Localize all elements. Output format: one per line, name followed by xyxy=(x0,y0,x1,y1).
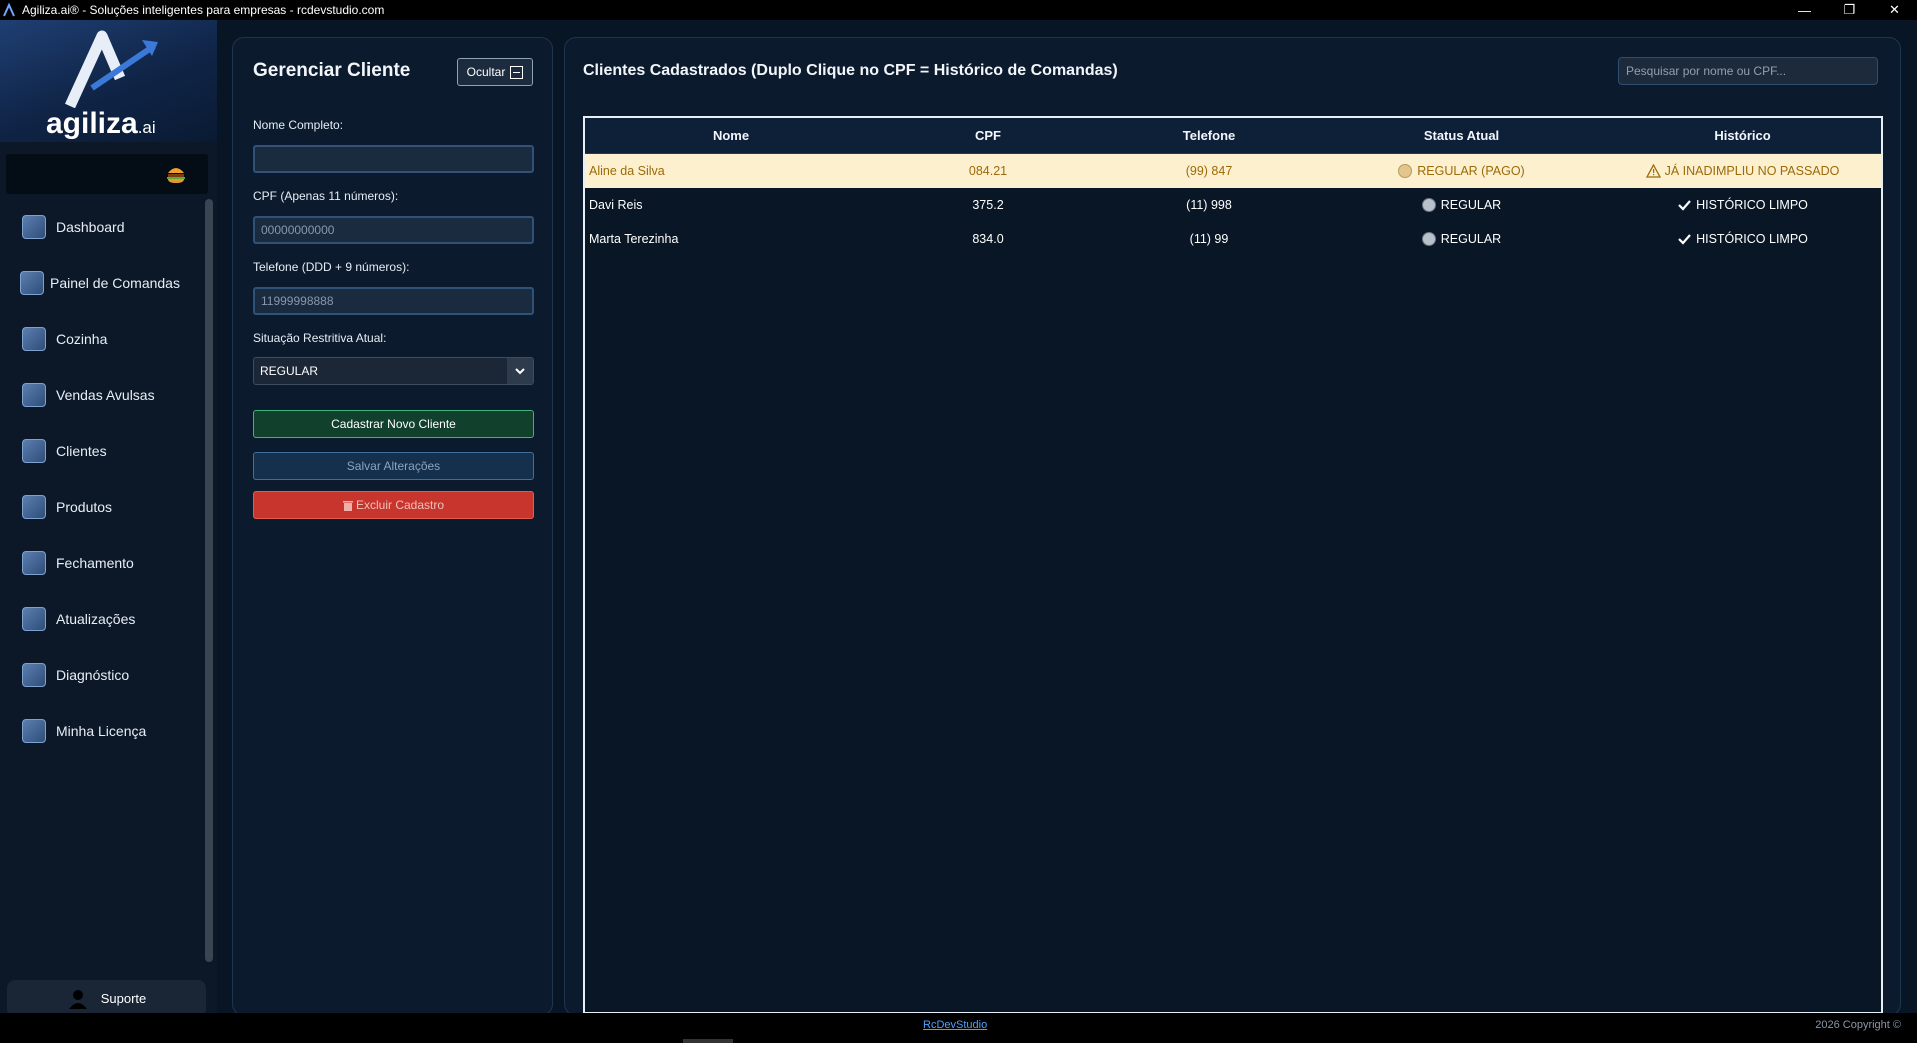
status-label: Situação Restritiva Atual: xyxy=(253,331,387,345)
restore-button[interactable]: ❐ xyxy=(1827,0,1872,20)
sidebar-nav: Dashboard Painel de Comandas Cozinha Ven… xyxy=(0,199,200,759)
copyright-text: 2026 Copyright © xyxy=(1815,1019,1901,1031)
cell-history: HISTÓRICO LIMPO xyxy=(1604,198,1881,212)
cell-cpf[interactable]: 084.21 xyxy=(877,164,1099,178)
clients-icon xyxy=(22,439,46,463)
license-icon xyxy=(22,719,46,743)
minimize-button[interactable]: — xyxy=(1782,0,1827,20)
logo-arrow-icon xyxy=(64,30,158,108)
cell-phone: (11) 998 xyxy=(1186,198,1232,212)
cell-status: REGULAR xyxy=(1319,198,1604,212)
brand-name: agiliza.ai xyxy=(46,107,156,140)
dashboard-icon xyxy=(22,215,46,239)
column-header-cpf[interactable]: CPF xyxy=(877,128,1099,143)
sidebar-toolbar xyxy=(6,154,208,194)
sidebar-item-painel-de-comandas[interactable]: Painel de Comandas xyxy=(0,255,200,311)
sidebar-item-atualizacoes[interactable]: Atualizações xyxy=(0,591,200,647)
table-row[interactable]: Davi Reis 375.2 (11) 998 REGULAR HISTÓRI… xyxy=(585,188,1881,222)
minus-box-icon xyxy=(510,65,524,79)
sidebar-item-clientes[interactable]: Clientes xyxy=(0,423,200,479)
cpf-label: CPF (Apenas 11 números): xyxy=(253,189,399,203)
window-title: Agiliza.ai® - Soluções inteligentes para… xyxy=(22,3,385,17)
sidebar-item-produtos[interactable]: Produtos xyxy=(0,479,200,535)
sidebar-item-fechamento[interactable]: Fechamento xyxy=(0,535,200,591)
search-input[interactable]: Pesquisar por nome ou CPF... xyxy=(1618,57,1878,85)
status-dot-icon xyxy=(1398,164,1413,178)
hide-form-button[interactable]: Ocultar xyxy=(457,58,533,86)
cell-history: HISTÓRICO LIMPO xyxy=(1604,232,1881,246)
status-dot-icon xyxy=(1421,198,1436,212)
table-row[interactable]: Marta Terezinha 834.0 (11) 99 REGULAR HI… xyxy=(585,222,1881,256)
clients-list-panel: Clientes Cadastrados (Duplo Clique no CP… xyxy=(564,37,1901,1016)
sidebar-scrollbar[interactable] xyxy=(205,199,213,962)
cell-name: Marta Terezinha xyxy=(589,232,679,246)
closing-icon xyxy=(22,551,46,575)
close-button[interactable]: ✕ xyxy=(1872,0,1917,20)
name-input[interactable] xyxy=(253,145,534,173)
column-header-phone[interactable]: Telefone xyxy=(1099,128,1319,143)
burger-icon[interactable] xyxy=(166,165,186,183)
warning-icon xyxy=(1645,164,1661,178)
support-button[interactable]: Suporte xyxy=(7,980,206,1017)
sidebar: agiliza.ai Dashboard Painel de Comandas … xyxy=(0,20,217,1017)
save-changes-button[interactable]: Salvar Alterações xyxy=(253,452,534,480)
status-select[interactable]: REGULAR xyxy=(253,357,534,385)
form-title: Gerenciar Cliente xyxy=(253,60,411,81)
phone-input[interactable]: 11999998888 xyxy=(253,287,534,315)
sidebar-item-diagnostico[interactable]: Diagnóstico xyxy=(0,647,200,703)
sidebar-scrollbar-thumb[interactable] xyxy=(205,199,213,962)
check-icon xyxy=(1678,234,1691,245)
cell-cpf[interactable]: 834.0 xyxy=(877,232,1099,246)
brand-logo: agiliza.ai xyxy=(0,20,217,142)
phone-label: Telefone (DDD + 9 números): xyxy=(253,260,410,274)
user-icon xyxy=(68,989,87,1009)
cell-status: REGULAR xyxy=(1319,232,1604,246)
status-dot-icon xyxy=(1421,232,1436,246)
sidebar-item-cozinha[interactable]: Cozinha xyxy=(0,311,200,367)
cell-status: REGULAR (PAGO) xyxy=(1319,164,1604,178)
clients-list-title: Clientes Cadastrados (Duplo Clique no CP… xyxy=(583,62,1118,79)
delete-client-button[interactable]: Excluir Cadastro xyxy=(253,491,534,519)
table-row[interactable]: Aline da Silva 084.21 (99) 847 REGULAR (… xyxy=(585,154,1881,188)
column-header-status[interactable]: Status Atual xyxy=(1319,128,1604,143)
table-header: Nome CPF Telefone Status Atual Histórico xyxy=(585,118,1881,154)
cell-phone: (11) 99 xyxy=(1189,232,1229,246)
diagnostics-icon xyxy=(22,663,46,687)
column-header-name[interactable]: Nome xyxy=(585,128,877,143)
rcdevstudio-link[interactable]: RcDevStudio xyxy=(923,1019,987,1031)
cell-name: Davi Reis xyxy=(589,198,643,212)
name-label: Nome Completo: xyxy=(253,118,344,132)
cell-cpf[interactable]: 375.2 xyxy=(877,198,1099,212)
cell-phone: (99) 847 xyxy=(1185,164,1233,178)
client-form-panel: Gerenciar Cliente Ocultar Nome Completo:… xyxy=(232,37,553,1016)
sidebar-item-dashboard[interactable]: Dashboard xyxy=(0,199,200,255)
chevron-down-icon[interactable] xyxy=(507,358,533,384)
cell-history: JÁ INADIMPLIU NO PASSADO xyxy=(1604,164,1881,178)
trash-icon xyxy=(342,500,353,511)
horizontal-scrollbar[interactable] xyxy=(683,1039,733,1043)
updates-icon xyxy=(22,607,46,631)
products-icon xyxy=(22,495,46,519)
window-titlebar: Agiliza.ai® - Soluções inteligentes para… xyxy=(0,0,1917,20)
orders-panel-icon xyxy=(20,271,44,295)
cpf-input[interactable]: 00000000000 xyxy=(253,216,534,244)
clients-table: Nome CPF Telefone Status Atual Histórico… xyxy=(583,116,1883,1014)
cell-name: Aline da Silva xyxy=(589,164,665,178)
register-client-button[interactable]: Cadastrar Novo Cliente xyxy=(253,410,534,438)
column-header-history[interactable]: Histórico xyxy=(1604,128,1881,143)
kitchen-icon xyxy=(22,327,46,351)
footer: RcDevStudio 2026 Copyright © xyxy=(0,1013,1917,1043)
sidebar-item-minha-licenca[interactable]: Minha Licença xyxy=(0,703,200,759)
app-logo-icon xyxy=(3,3,15,17)
sidebar-item-vendas-avulsas[interactable]: Vendas Avulsas xyxy=(0,367,200,423)
check-icon xyxy=(1678,200,1691,211)
sales-icon xyxy=(22,383,46,407)
